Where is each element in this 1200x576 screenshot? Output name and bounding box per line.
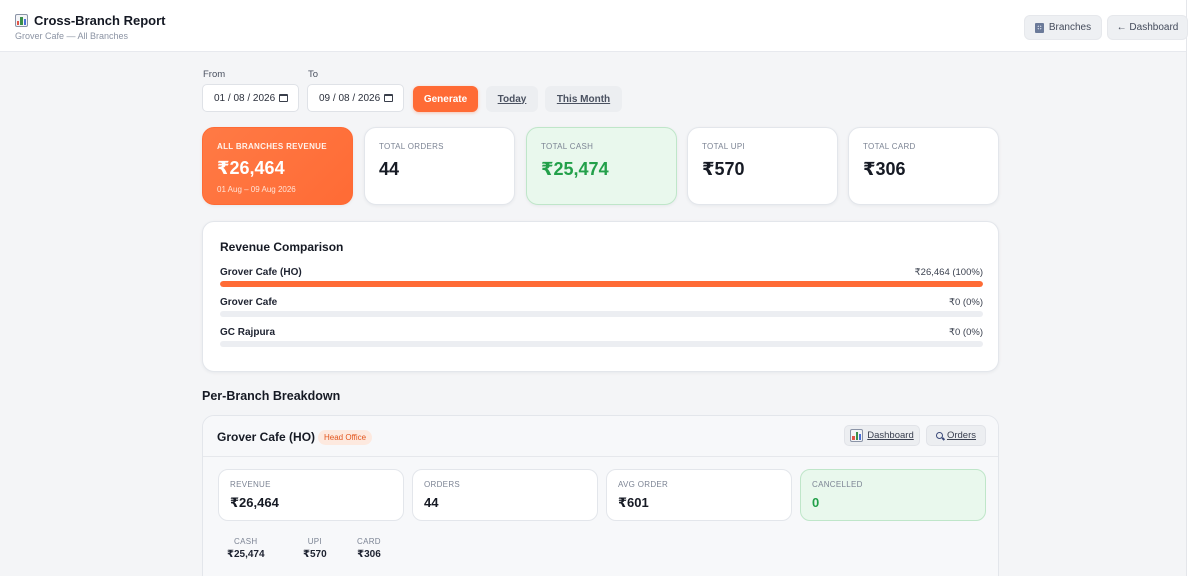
card-value: ₹306 bbox=[863, 159, 906, 179]
branches-button[interactable]: Branches bbox=[1024, 15, 1102, 40]
bar-chart-icon bbox=[850, 429, 864, 442]
card-label: REVENUE bbox=[230, 480, 271, 489]
card-breakdown: CARD ₹306 bbox=[357, 537, 381, 560]
breakdown-title: Per-Branch Breakdown bbox=[202, 389, 341, 403]
to-date-input[interactable]: 09 / 08 / 2026 bbox=[307, 84, 404, 112]
branch-amount: ₹0 (0%) bbox=[948, 297, 983, 308]
branch-revenue-card: REVENUE ₹26,464 bbox=[218, 469, 404, 521]
total-upi-card: TOTAL UPI ₹570 bbox=[687, 127, 838, 205]
today-button[interactable]: Today bbox=[486, 86, 538, 112]
branch-dashboard-label: Dashboard bbox=[867, 430, 914, 441]
card-label: TOTAL CARD bbox=[863, 142, 916, 151]
page-subtitle: Grover Cafe — All Branches bbox=[15, 31, 129, 41]
branch-orders-label: Orders bbox=[946, 430, 977, 441]
card-label: TOTAL UPI bbox=[702, 142, 746, 151]
from-date-value: 01 / 08 / 2026 bbox=[214, 92, 276, 104]
card-value: 44 bbox=[424, 495, 439, 510]
card-label: ORDERS bbox=[424, 480, 461, 489]
back-to-dashboard-button[interactable]: ← Dashboard bbox=[1107, 15, 1188, 40]
branch-amount: ₹0 (0%) bbox=[948, 327, 983, 338]
calendar-icon[interactable] bbox=[384, 94, 394, 102]
from-label: From bbox=[203, 69, 226, 80]
payment-label: UPI bbox=[307, 537, 322, 546]
card-date-range: 01 Aug – 09 Aug 2026 bbox=[217, 185, 296, 194]
upi-breakdown: UPI ₹570 bbox=[303, 537, 327, 560]
branch-amount: ₹26,464 (100%) bbox=[914, 267, 983, 278]
card-value: ₹25,474 bbox=[541, 159, 609, 179]
cash-breakdown: CASH ₹25,474 bbox=[227, 537, 265, 560]
payment-value: ₹306 bbox=[357, 549, 381, 560]
to-label: To bbox=[308, 69, 319, 80]
generate-button[interactable]: Generate bbox=[413, 86, 478, 112]
building-icon bbox=[1034, 22, 1044, 33]
page-title: Cross-Branch Report bbox=[34, 13, 166, 28]
card-value: 0 bbox=[812, 495, 820, 510]
revenue-bar-track bbox=[220, 311, 983, 317]
branch-name: GC Rajpura bbox=[220, 327, 276, 338]
card-value: ₹570 bbox=[702, 159, 745, 179]
card-value: ₹26,464 bbox=[217, 158, 285, 178]
revenue-bar-track bbox=[220, 281, 983, 287]
calendar-icon[interactable] bbox=[279, 94, 289, 102]
card-value: ₹26,464 bbox=[230, 495, 279, 510]
panel-title: Revenue Comparison bbox=[220, 240, 344, 254]
branch-cancelled-card: CANCELLED 0 bbox=[800, 469, 986, 521]
payment-value: ₹570 bbox=[303, 549, 327, 560]
dashboard-button-label: ← Dashboard bbox=[1116, 22, 1179, 33]
scrollbar[interactable] bbox=[1186, 0, 1200, 576]
branch-dashboard-button[interactable]: Dashboard bbox=[844, 425, 920, 446]
branch-name: Grover Cafe (HO) bbox=[217, 430, 316, 444]
bar-chart-icon bbox=[15, 14, 28, 27]
card-value: ₹601 bbox=[618, 495, 649, 510]
branch-name: Grover Cafe bbox=[220, 297, 278, 308]
all-branches-revenue-card: ALL BRANCHES REVENUE ₹26,464 01 Aug – 09… bbox=[202, 127, 353, 205]
card-label: TOTAL ORDERS bbox=[379, 142, 444, 151]
branch-header: Grover Cafe (HO) Head Office Dashboard O… bbox=[203, 416, 998, 457]
branch-panel: Grover Cafe (HO) Head Office Dashboard O… bbox=[202, 415, 999, 576]
revenue-comparison-panel: Revenue Comparison Grover Cafe (HO) ₹26,… bbox=[202, 221, 999, 372]
total-cash-card: TOTAL CASH ₹25,474 bbox=[526, 127, 677, 205]
this-month-button[interactable]: This Month bbox=[545, 86, 622, 112]
card-label: TOTAL CASH bbox=[541, 142, 594, 151]
from-date-input[interactable]: 01 / 08 / 2026 bbox=[202, 84, 299, 112]
head-office-badge: Head Office bbox=[318, 430, 373, 445]
branch-name: Grover Cafe (HO) bbox=[220, 267, 302, 278]
card-label: ALL BRANCHES REVENUE bbox=[217, 142, 327, 151]
payment-label: CARD bbox=[357, 537, 381, 546]
magnifier-icon bbox=[935, 432, 943, 439]
branches-button-label: Branches bbox=[1048, 22, 1092, 33]
payment-value: ₹25,474 bbox=[227, 549, 265, 560]
payment-label: CASH bbox=[234, 537, 258, 546]
to-date-value: 09 / 08 / 2026 bbox=[319, 92, 381, 104]
card-label: CANCELLED bbox=[812, 480, 863, 489]
total-card-card: TOTAL CARD ₹306 bbox=[848, 127, 999, 205]
title-row: Cross-Branch Report bbox=[15, 13, 165, 28]
branch-orders-button[interactable]: Orders bbox=[926, 425, 986, 446]
revenue-bar-fill bbox=[220, 281, 983, 287]
top-header: Cross-Branch Report Grover Cafe — All Br… bbox=[0, 0, 1188, 52]
branch-avg-order-card: AVG ORDER ₹601 bbox=[606, 469, 792, 521]
revenue-bar-track bbox=[220, 341, 983, 347]
card-label: AVG ORDER bbox=[618, 480, 669, 489]
total-orders-card: TOTAL ORDERS 44 bbox=[364, 127, 515, 205]
branch-orders-card: ORDERS 44 bbox=[412, 469, 598, 521]
card-value: 44 bbox=[379, 159, 400, 179]
